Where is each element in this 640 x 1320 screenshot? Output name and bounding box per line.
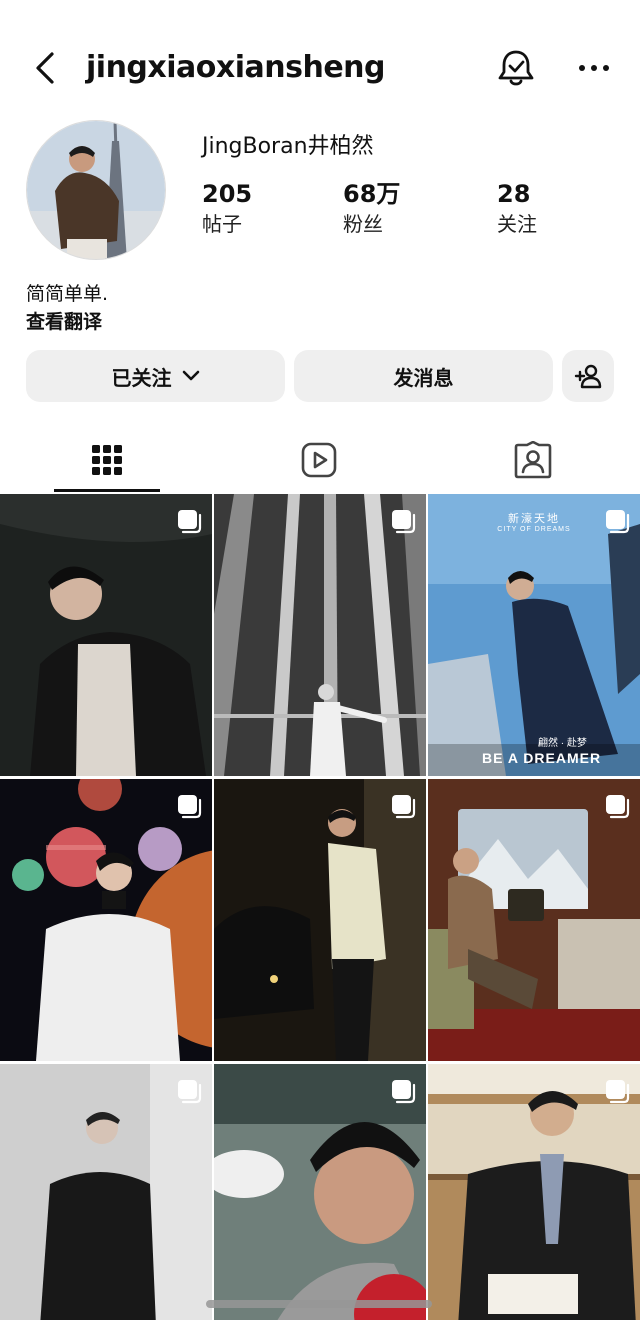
reels-icon [301,442,337,478]
post-thumbnail[interactable] [0,779,212,1061]
profile-bio: 简简单单. [26,283,109,305]
see-translation-link[interactable]: 查看翻译 [26,308,102,336]
post-thumbnail[interactable] [0,494,212,776]
following-label: 已关注 [111,365,172,390]
add-person-icon [574,364,602,389]
stat-followers[interactable]: 68万 粉丝 [343,178,400,238]
profile-avatar[interactable] [26,120,166,260]
tab-tagged[interactable] [480,430,586,490]
top-bar: jingxiaoxiansheng [0,40,640,96]
message-button[interactable]: 发消息 [294,350,553,402]
multiple-photos-icon [178,795,202,819]
post-thumbnail[interactable] [214,1064,426,1320]
posts-grid: 新濠天地 CITY OF DREAMS 翩然 · 赴梦 BE A DREAMER [0,494,640,1320]
message-label: 发消息 [393,365,454,390]
post-thumbnail[interactable] [0,1064,212,1320]
post-thumbnail[interactable] [214,494,426,776]
suggest-users-button[interactable] [562,350,614,402]
grid-icon [92,445,122,475]
more-options-button[interactable] [574,48,614,88]
post-thumbnail[interactable]: 新濠天地 CITY OF DREAMS 翩然 · 赴梦 BE A DREAMER [428,494,640,776]
post-thumbnail[interactable] [428,779,640,1061]
stat-value: 28 [497,180,531,208]
post-thumbnail[interactable] [428,1064,640,1320]
post-thumbnail[interactable] [214,779,426,1061]
multiple-photos-icon [178,1080,202,1104]
tagged-person-icon [514,441,552,479]
post-slogan-cn: 翩然 · 赴梦 [538,738,587,749]
stat-value: 205 [202,180,253,208]
stat-following[interactable]: 28 关注 [497,178,537,238]
multiple-photos-icon [606,510,630,534]
following-button[interactable]: 已关注 [26,350,285,402]
post-slogan-en: BE A DREAMER [482,750,602,766]
stat-label: 帖子 [202,212,242,236]
notifications-button[interactable] [494,46,538,90]
multiple-photos-icon [392,1080,416,1104]
stat-label: 关注 [497,212,537,236]
stat-label: 粉丝 [343,212,383,236]
multiple-photos-icon [178,510,202,534]
tab-posts-grid[interactable] [54,430,160,490]
profile-username: jingxiaoxiansheng [86,50,386,85]
back-button[interactable] [28,48,64,88]
multiple-photos-icon [606,795,630,819]
stat-posts[interactable]: 205 帖子 [202,178,252,238]
more-horizontal-icon [579,65,609,71]
display-name: JingBoran井柏然 [202,134,374,159]
chevron-left-icon [36,52,54,84]
bell-check-icon [498,50,534,86]
tab-reels[interactable] [266,430,372,490]
home-indicator[interactable] [206,1300,432,1308]
multiple-photos-icon [392,510,416,534]
active-tab-indicator [54,489,160,492]
multiple-photos-icon [606,1080,630,1104]
multiple-photos-icon [392,795,416,819]
stat-value: 68万 [343,180,401,208]
chevron-down-icon [182,370,199,381]
